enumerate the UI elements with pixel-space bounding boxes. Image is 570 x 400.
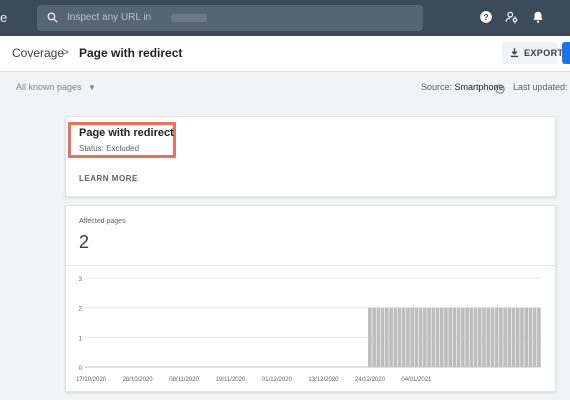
chart-bar bbox=[439, 307, 444, 367]
breadcrumb-coverage[interactable]: Coverage bbox=[12, 46, 64, 60]
dropdown-arrow-icon[interactable]: ▼ bbox=[88, 83, 96, 92]
x-tick-label: 17/10/2020 bbox=[76, 377, 107, 383]
chart-bar bbox=[465, 307, 469, 367]
page-header: Coverage > Page with redirect EXPORT bbox=[0, 36, 570, 72]
chart-bar bbox=[380, 307, 385, 367]
filter-bar: All known pages ▼ Source: Smartphone ? L… bbox=[0, 73, 570, 101]
issue-status: Status: Excluded bbox=[79, 144, 140, 153]
issue-title: Page with redirect bbox=[79, 127, 174, 139]
chart-bar bbox=[423, 307, 427, 367]
affected-pages-chart: 0 1 2 3 17/10/2020 28/10/2020 08/11/2020 19/11/… bbox=[76, 277, 541, 383]
chart-bar bbox=[444, 307, 448, 367]
chart-bar bbox=[389, 307, 393, 367]
chart-bar bbox=[469, 307, 474, 367]
svg-text:?: ? bbox=[498, 87, 502, 93]
chart-bar bbox=[427, 307, 431, 367]
share-button[interactable] bbox=[562, 42, 570, 64]
x-tick-label: 19/11/2020 bbox=[216, 377, 246, 383]
x-tick-label: 13/12/2020 bbox=[308, 377, 339, 383]
x-tick-label: 08/11/2020 bbox=[169, 377, 199, 383]
chart-bar bbox=[477, 307, 482, 367]
chart-bar bbox=[397, 307, 402, 367]
chart-bar bbox=[511, 307, 516, 367]
chart-bar bbox=[532, 307, 537, 367]
redacted-property-name bbox=[171, 14, 207, 22]
help-outline-icon[interactable]: ? bbox=[495, 81, 505, 99]
pages-filter-dropdown[interactable]: All known pages bbox=[16, 82, 82, 92]
issue-detail-card: Page with redirect Status: Excluded LEAR… bbox=[65, 116, 556, 197]
chart-bar bbox=[524, 307, 529, 367]
learn-more-link[interactable]: LEARN MORE bbox=[79, 174, 138, 183]
x-tick-label: 01/12/2020 bbox=[262, 377, 293, 383]
chart-bar bbox=[372, 307, 376, 367]
chart-bar bbox=[418, 307, 423, 367]
chart-bar bbox=[401, 307, 406, 367]
chart-bar bbox=[490, 307, 495, 367]
export-label: EXPORT bbox=[524, 48, 564, 58]
product-name-fragment[interactable]: e bbox=[0, 10, 7, 25]
chart-bar bbox=[507, 307, 512, 367]
chart-bar bbox=[368, 307, 372, 367]
chart-bar bbox=[431, 307, 436, 367]
chart-bar bbox=[503, 307, 507, 367]
chart-bar bbox=[376, 307, 381, 367]
search-placeholder[interactable]: Inspect any URL in bbox=[67, 12, 151, 23]
chart-bar bbox=[448, 307, 452, 367]
chart-bar bbox=[385, 307, 389, 367]
top-app-bar: e Inspect any URL in ? bbox=[0, 0, 570, 36]
chart-bar bbox=[528, 307, 533, 367]
chart-bar bbox=[435, 307, 440, 367]
notifications-icon[interactable] bbox=[531, 10, 545, 29]
chart-bar bbox=[520, 307, 524, 367]
y-tick-label: 0 bbox=[79, 366, 83, 372]
chart-bar bbox=[473, 307, 478, 367]
divider bbox=[66, 265, 555, 266]
y-tick-label: 2 bbox=[79, 307, 83, 313]
download-icon bbox=[509, 47, 520, 60]
page-title: Page with redirect bbox=[79, 46, 183, 60]
chart-bar bbox=[486, 307, 491, 367]
chart-bar bbox=[393, 307, 398, 367]
affected-pages-label: Affected pages bbox=[79, 218, 126, 225]
search-icon[interactable] bbox=[46, 11, 59, 29]
source-label: Source: bbox=[421, 82, 453, 92]
chart-bar bbox=[461, 307, 465, 367]
chart-bar bbox=[410, 307, 414, 367]
x-tick-label: 28/10/2020 bbox=[123, 377, 154, 383]
affected-pages-card: Affected pages 2 0 1 2 3 17/10/2020 28/10/202… bbox=[65, 205, 556, 392]
x-tick-label: 24/12/2020 bbox=[355, 377, 386, 383]
chart-bar bbox=[515, 307, 520, 367]
x-tick-label: 04/01/2021 bbox=[401, 377, 432, 383]
chart-bar bbox=[406, 307, 410, 367]
svg-text:?: ? bbox=[484, 13, 489, 22]
affected-pages-count: 2 bbox=[79, 232, 90, 252]
manage-users-icon[interactable] bbox=[505, 10, 519, 29]
source-indicator: Source: Smartphone bbox=[421, 82, 504, 92]
chart-bar bbox=[452, 307, 457, 367]
chart-bar bbox=[456, 307, 461, 367]
help-icon[interactable]: ? bbox=[479, 10, 493, 29]
chart-bar bbox=[494, 307, 499, 367]
y-tick-label: 1 bbox=[79, 336, 83, 342]
last-updated-text: Last updated: 1 bbox=[513, 82, 570, 92]
chart-bar bbox=[482, 307, 486, 367]
export-button[interactable]: EXPORT bbox=[502, 42, 563, 64]
url-inspection-search[interactable]: Inspect any URL in bbox=[37, 5, 423, 31]
chart-bar bbox=[499, 307, 503, 367]
breadcrumb-chevron-icon: > bbox=[62, 45, 70, 59]
chart-bar bbox=[414, 307, 419, 367]
y-tick-label: 3 bbox=[79, 277, 83, 283]
chart-bar bbox=[537, 307, 541, 367]
